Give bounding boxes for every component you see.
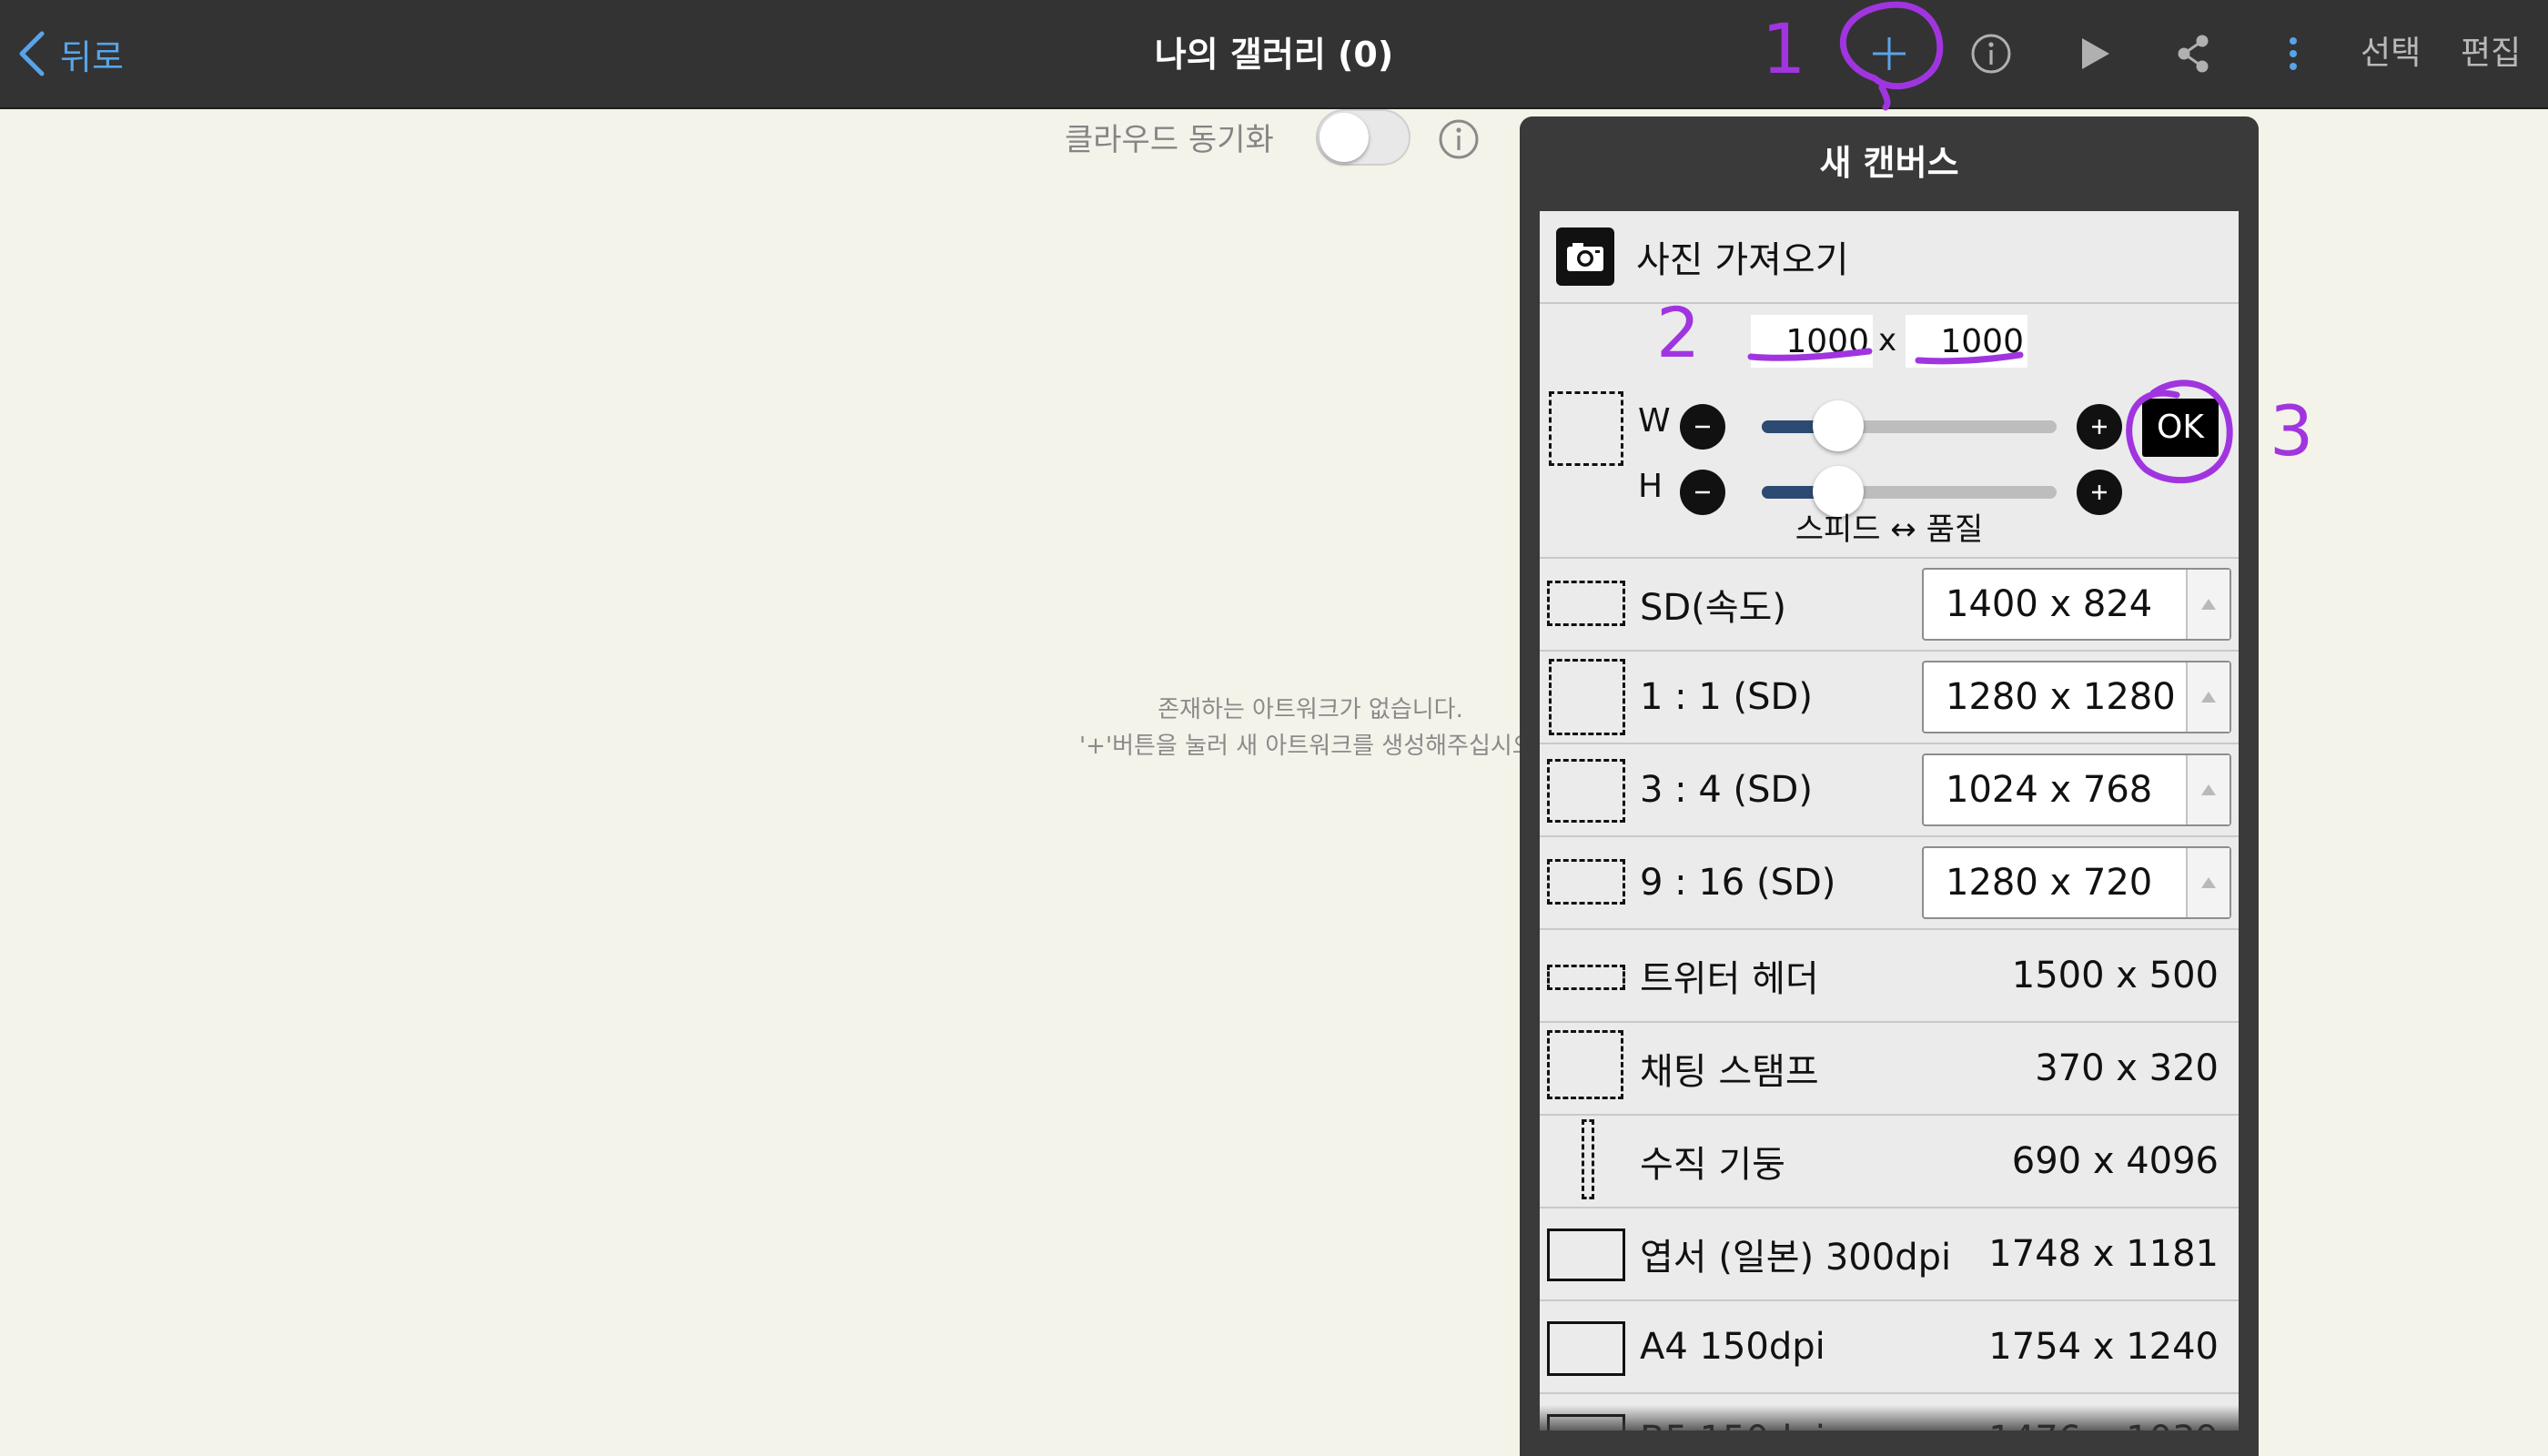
info-icon (1439, 119, 1479, 159)
preset-name: SD(속도) (1640, 587, 1787, 629)
preset-size-value: 1280 x 1280 (1946, 676, 2176, 718)
camera-icon (1556, 228, 1614, 286)
preset-name: 3 : 4 (SD) (1640, 769, 1813, 811)
scroll-fade (1540, 1405, 2239, 1431)
play-icon (2082, 38, 2109, 69)
preset-name: 수직 기둥 (1640, 1144, 1785, 1186)
preset-size: 1754 x 1240 (1988, 1326, 2219, 1368)
minus-icon (1695, 490, 1710, 494)
width-decrease-button[interactable] (1680, 404, 1725, 450)
canvas-frame-icon (1549, 659, 1625, 735)
panel-title: 새 캔버스 (1819, 143, 1959, 183)
new-canvas-panel: 새 캔버스 사진 가져오기 x W (1520, 116, 2259, 1456)
preset-size: 370 x 320 (2035, 1047, 2219, 1089)
chevron-up-icon[interactable] (2186, 848, 2230, 917)
canvas-frame-icon (1547, 859, 1625, 905)
canvas-frame-icon (1582, 1119, 1594, 1199)
custom-size-section: x W H OK (1540, 304, 2239, 559)
minus-icon (1695, 425, 1710, 429)
add-canvas-button[interactable] (1858, 23, 1920, 85)
preset-size-select[interactable]: 1024 x 768 (1922, 753, 2231, 826)
width-increase-button[interactable] (2077, 404, 2122, 450)
preset-size-select[interactable]: 1400 x 824 (1922, 568, 2231, 641)
share-button[interactable] (2162, 23, 2224, 85)
plus-icon (2092, 485, 2107, 500)
plus-icon (1873, 37, 1906, 70)
more-button[interactable] (2262, 23, 2324, 85)
cloud-sync-info-button[interactable] (1434, 115, 1483, 164)
width-slider[interactable] (1762, 400, 2057, 451)
top-bar: 뒤로 나의 갤러리 (0) 선택 편집 (0, 0, 2548, 109)
width-input[interactable] (1751, 315, 1873, 368)
width-label: W (1638, 402, 1671, 440)
preset-row[interactable]: A4 150dpi 1754 x 1240 (1540, 1301, 2239, 1394)
info-button[interactable] (1960, 23, 2022, 85)
canvas-frame-icon (1547, 759, 1625, 823)
preset-size-value: 1280 x 720 (1946, 862, 2153, 904)
preset-row[interactable]: 트위터 헤더 1500 x 500 (1540, 930, 2239, 1023)
height-input[interactable] (1906, 315, 2027, 368)
cloud-sync-toggle[interactable] (1316, 109, 1410, 166)
preset-name: 1 : 1 (SD) (1640, 676, 1813, 718)
canvas-frame-icon (1547, 1228, 1625, 1281)
chevron-up-icon[interactable] (2186, 662, 2230, 732)
speed-quality-label: 스피드 ↔ 품질 (1795, 511, 1984, 548)
preset-size: 690 x 4096 (2011, 1140, 2219, 1182)
width-slider-thumb[interactable] (1813, 400, 1864, 451)
chevron-up-icon[interactable] (2186, 570, 2230, 639)
canvas-options-list: 사진 가져오기 x W H (1540, 211, 2239, 1431)
play-button[interactable] (2062, 23, 2124, 85)
toggle-knob (1320, 113, 1369, 162)
annotation-step-3: 3 (2270, 390, 2313, 471)
canvas-frame-icon (1547, 581, 1625, 626)
preset-size-select[interactable]: 1280 x 720 (1922, 846, 2231, 919)
page-title: 나의 갤러리 (0) (1154, 35, 1394, 75)
preset-size: 1748 x 1181 (1988, 1233, 2219, 1275)
back-button[interactable]: 뒤로 (16, 25, 124, 82)
preset-name: 채팅 스탬프 (1640, 1051, 1819, 1093)
preset-name: 엽서 (일본) 300dpi (1640, 1237, 1952, 1279)
preset-row[interactable]: 1 : 1 (SD) 1280 x 1280 (1540, 652, 2239, 744)
canvas-frame-icon (1547, 965, 1625, 990)
preset-row[interactable]: 엽서 (일본) 300dpi 1748 x 1181 (1540, 1208, 2239, 1301)
import-photo-row[interactable]: 사진 가져오기 (1540, 211, 2239, 304)
size-separator: x (1878, 322, 1897, 359)
share-icon (2178, 35, 2209, 73)
preset-row[interactable]: 수직 기둥 690 x 4096 (1540, 1116, 2239, 1208)
preset-row[interactable]: SD(속도) 1400 x 824 (1540, 559, 2239, 652)
preset-row[interactable]: 3 : 4 (SD) 1024 x 768 (1540, 744, 2239, 837)
chevron-up-icon[interactable] (2186, 755, 2230, 824)
canvas-frame-icon (1547, 1321, 1625, 1376)
chevron-left-icon (19, 31, 45, 76)
custom-canvas-frame-icon (1549, 391, 1623, 466)
preset-name: A4 150dpi (1640, 1326, 1825, 1368)
canvas-frame-icon (1547, 1030, 1623, 1099)
ok-button[interactable]: OK (2142, 399, 2219, 457)
more-vertical-icon (2290, 37, 2297, 70)
preset-size: 1500 x 500 (2011, 955, 2219, 996)
back-label: 뒤로 (60, 36, 124, 77)
cloud-sync-row: 클라우드 동기화 (1065, 107, 1274, 166)
preset-name: 9 : 16 (SD) (1640, 862, 1836, 904)
plus-icon (2092, 420, 2107, 434)
info-icon (1971, 34, 2011, 74)
cloud-sync-label: 클라우드 동기화 (1065, 121, 1274, 158)
preset-size-value: 1024 x 768 (1946, 769, 2153, 811)
edit-button[interactable]: 편집 (2461, 29, 2521, 78)
preset-size-value: 1400 x 824 (1946, 583, 2153, 625)
height-slider[interactable] (1762, 466, 2057, 517)
preset-row[interactable]: 9 : 16 (SD) 1280 x 720 (1540, 837, 2239, 930)
height-label: H (1638, 468, 1663, 505)
preset-row[interactable]: 채팅 스탬프 370 x 320 (1540, 1023, 2239, 1116)
select-button[interactable]: 선택 (2361, 29, 2421, 78)
preset-size-select[interactable]: 1280 x 1280 (1922, 661, 2231, 733)
preset-name: 트위터 헤더 (1640, 958, 1819, 1000)
import-photo-label: 사진 가져오기 (1636, 239, 1849, 281)
